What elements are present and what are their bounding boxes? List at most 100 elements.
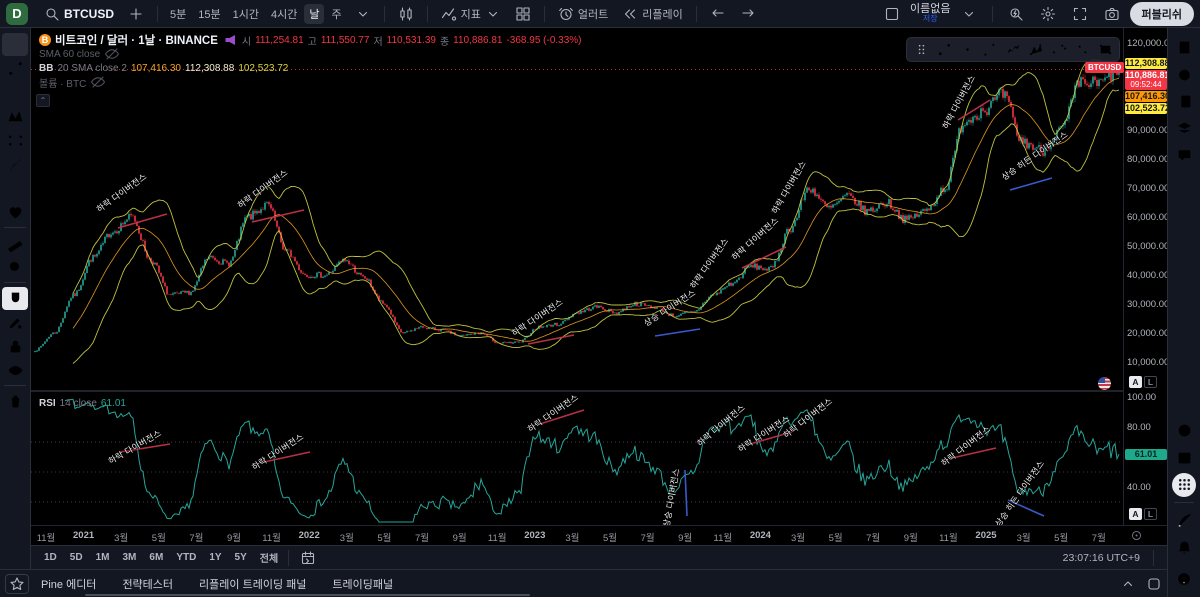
sma-indicator-label[interactable]: SMA 60 close [39, 49, 100, 60]
xabcd-pattern-tool[interactable] [2, 105, 28, 128]
hide-all-tool[interactable] [2, 359, 28, 382]
crosshair-tool[interactable] [2, 33, 28, 56]
publish-button[interactable]: 퍼블리쉬 [1130, 2, 1194, 26]
emoji-tool[interactable] [2, 201, 28, 224]
parallel-channel-tool[interactable] [1048, 39, 1070, 60]
horizontal-scrollbar[interactable] [85, 594, 530, 596]
main-auto-scale-button[interactable]: A [1129, 376, 1142, 388]
alerts-button[interactable] [1172, 63, 1196, 87]
ideas-megaphone-icon[interactable] [222, 32, 238, 48]
zoom-in-tool[interactable] [2, 256, 28, 279]
timeframe-5분[interactable]: 5분 [165, 4, 191, 24]
pitchfork-tool[interactable] [979, 39, 1001, 60]
chart-style-button[interactable] [392, 3, 420, 25]
symbol-search-button[interactable]: BTCUSD [38, 3, 120, 25]
price-chart-canvas[interactable] [31, 28, 1123, 525]
goto-date-button[interactable] [294, 547, 322, 569]
text-tool-tool[interactable] [2, 177, 28, 200]
main-log-scale-button[interactable]: L [1144, 376, 1157, 388]
flat-channel-tool[interactable] [1071, 39, 1093, 60]
alert-label: 얼러트 [578, 6, 608, 22]
bottom-tab-0[interactable]: Pine 에디터 [41, 576, 96, 592]
favorites-star-button[interactable] [5, 574, 29, 594]
snapshot-button[interactable] [1098, 3, 1126, 25]
maximize-panel-icon[interactable] [1146, 576, 1162, 592]
timeframe-menu-button[interactable] [349, 3, 377, 25]
bottom-tab-1[interactable]: 전략테스터 [122, 576, 173, 592]
rsi-indicator-name[interactable]: RSI [39, 398, 56, 409]
calendar-button[interactable] [1172, 446, 1196, 470]
forecast-tool[interactable] [2, 129, 28, 152]
layout-select-button[interactable] [878, 3, 906, 25]
range-1D[interactable]: 1D [39, 550, 62, 565]
alert-button[interactable]: 얼러트 [552, 3, 614, 25]
fullscreen-button[interactable] [1066, 3, 1094, 25]
range-1M[interactable]: 1M [91, 550, 115, 565]
elliott-wave-tool[interactable] [1002, 39, 1024, 60]
bottom-tab-3[interactable]: 트레이딩패널 [332, 576, 393, 592]
draw-lock-tool[interactable] [2, 311, 28, 334]
trend-line-tool[interactable] [933, 39, 955, 60]
clock[interactable]: 23:07:16 UTC+9 [1063, 552, 1140, 564]
gauge-button[interactable] [1172, 419, 1196, 443]
watchlist-button[interactable] [1172, 36, 1196, 60]
eye-off-icon[interactable] [104, 46, 120, 62]
ruler-tool[interactable] [2, 232, 28, 255]
session-flag-icon[interactable] [1098, 377, 1111, 390]
bell-button[interactable] [1172, 536, 1196, 560]
lock-all-tool[interactable] [2, 335, 28, 358]
abcd-pattern-tool[interactable] [1025, 39, 1047, 60]
redo-button[interactable] [734, 3, 762, 25]
volume-indicator-label[interactable]: 볼륨 · BTC [39, 75, 86, 90]
eye-off-icon[interactable] [90, 74, 106, 90]
timeframe-15분[interactable]: 15분 [193, 4, 225, 24]
horizontal-line-tool[interactable] [956, 39, 978, 60]
replay-button[interactable]: 리플레이 [616, 3, 688, 25]
price-axis[interactable]: 120,000.0090,000.0080,000.0070,000.0060,… [1123, 28, 1167, 525]
range-전체[interactable]: 전체 [255, 548, 283, 567]
help-button[interactable] [1172, 567, 1196, 591]
settings-button[interactable] [1034, 3, 1062, 25]
notes-button[interactable] [1172, 90, 1196, 114]
undo-button[interactable] [704, 3, 732, 25]
indicators-button[interactable]: 지표 [435, 3, 507, 25]
trash-tool[interactable] [2, 390, 28, 413]
layout-name-button[interactable]: 이름없음 저장 [910, 4, 950, 24]
magnet-tool[interactable] [2, 287, 28, 310]
symbol-title[interactable]: 비트코인 / 달러 · 1날 · BINANCE [55, 32, 218, 48]
rectangle-tool[interactable] [1094, 39, 1116, 60]
layout-menu-button[interactable] [955, 3, 983, 25]
divider [4, 385, 26, 386]
quick-search-button[interactable] [1002, 3, 1030, 25]
legend-collapse-button[interactable]: ⌃ [36, 94, 50, 107]
indicator-templates-button[interactable] [509, 3, 537, 25]
range-5D[interactable]: 5D [65, 550, 88, 565]
timeframe-날[interactable]: 날 [304, 4, 324, 24]
trend-line-tool[interactable] [2, 57, 28, 80]
object-tree-button[interactable] [1172, 117, 1196, 141]
compare-button[interactable] [122, 3, 150, 25]
rsi-log-scale-button[interactable]: L [1144, 508, 1157, 520]
time-axis-settings-icon[interactable] [1130, 529, 1143, 542]
rsi-auto-scale-button[interactable]: A [1129, 508, 1142, 520]
chart-region[interactable]: B 비트코인 / 달러 · 1날 · BINANCE 시111,254.81 고… [31, 28, 1167, 525]
bb-indicator-name[interactable]: BB [39, 63, 53, 74]
range-1Y[interactable]: 1Y [204, 550, 226, 565]
timeframe-1시간[interactable]: 1시간 [228, 4, 264, 24]
apps-grid-button[interactable] [1172, 473, 1196, 497]
time-axis[interactable]: 11월20213월5월7월9월11월20223월5월7월9월11월20233월5… [31, 525, 1167, 545]
broadcast-button[interactable] [1172, 509, 1196, 533]
bottom-tab-2[interactable]: 리플레이 트레이딩 패널 [199, 576, 306, 592]
timeframe-주[interactable]: 주 [326, 4, 346, 24]
fib-retracement-tool[interactable] [2, 81, 28, 104]
range-5Y[interactable]: 5Y [230, 550, 252, 565]
range-6M[interactable]: 6M [144, 550, 168, 565]
brush-tool[interactable] [2, 153, 28, 176]
chat-button[interactable] [1172, 144, 1196, 168]
timeframe-4시간[interactable]: 4시간 [266, 4, 302, 24]
chevron-up-icon[interactable] [1120, 576, 1136, 592]
range-3M[interactable]: 3M [118, 550, 142, 565]
range-YTD[interactable]: YTD [171, 550, 201, 565]
drag-handle-tool[interactable] [910, 39, 932, 60]
user-avatar[interactable]: D [6, 3, 28, 25]
